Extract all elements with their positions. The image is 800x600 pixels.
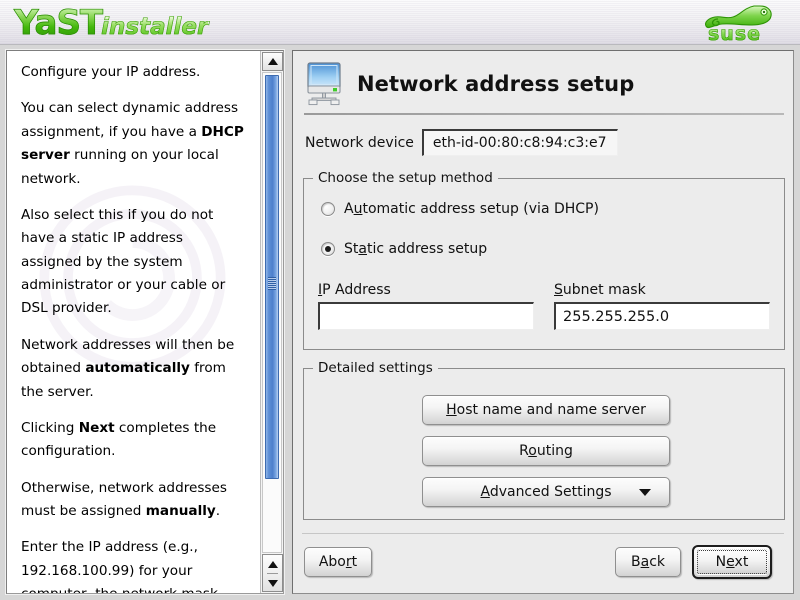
host-name-and-name-server-button[interactable]: Host name and name server: [422, 395, 670, 425]
scroll-up-button-bottom[interactable]: [263, 555, 282, 573]
yast-logo-main: YaST: [14, 3, 104, 43]
yast-logo: YaST installer: [14, 2, 209, 44]
button-label: Host name and name server: [446, 402, 646, 418]
setup-method-group: Choose the setup method Automatic addres…: [303, 170, 785, 350]
scroll-step-buttons[interactable]: [262, 554, 283, 592]
help-text-body: Configure your IP address. You can select…: [21, 64, 244, 593]
radio-label-automatic: Automatic address setup (via DHCP): [344, 201, 599, 217]
bottom-divider: [302, 533, 784, 534]
radio-static-address[interactable]: Static address setup: [321, 241, 487, 257]
back-button[interactable]: Back: [615, 547, 681, 577]
routing-button[interactable]: Routing: [422, 436, 670, 466]
network-device-label: Network device: [305, 134, 414, 151]
next-button-focus-ring: Next: [696, 549, 768, 575]
suse-logo: suse: [692, 1, 788, 45]
detailed-settings-legend: Detailed settings: [313, 360, 438, 376]
button-label: Advanced Settings: [480, 484, 612, 500]
suse-wordmark: suse: [708, 23, 762, 45]
scroll-down-button[interactable]: [263, 574, 282, 592]
network-computer-icon: [307, 62, 341, 106]
button-label: Back: [630, 554, 665, 570]
scrollbar-trough[interactable]: [262, 72, 282, 553]
page-title-row: Network address setup: [303, 57, 783, 111]
radio-indicator-static[interactable]: [321, 242, 335, 256]
radio-automatic-dhcp[interactable]: Automatic address setup (via DHCP): [321, 201, 599, 217]
main-content-panel: Network address setup Network device eth…: [292, 50, 794, 594]
network-device-value: eth-id-00:80:c8:94:c3:e7: [421, 129, 618, 156]
ip-address-input[interactable]: [318, 302, 534, 330]
arrow-down-icon: [267, 579, 278, 587]
radio-label-static: Static address setup: [344, 241, 488, 257]
next-button[interactable]: Next: [692, 545, 772, 579]
advanced-settings-button[interactable]: Advanced Settings: [422, 477, 670, 507]
abort-button[interactable]: Abort: [304, 547, 372, 577]
chevron-down-icon: [639, 489, 651, 496]
subnet-mask-label: Subnet mask: [554, 282, 646, 298]
help-scrollbar[interactable]: [260, 51, 283, 593]
subnet-mask-input[interactable]: 255.255.255.0: [554, 302, 770, 330]
detailed-settings-group: Detailed settings Host name and name ser…: [303, 360, 785, 520]
button-label: Next: [715, 554, 749, 570]
yast-logo-sub: installer: [101, 13, 209, 40]
button-label: Abort: [318, 554, 358, 570]
ip-address-label: IP Address: [318, 282, 391, 298]
network-device-row: Network device eth-id-00:80:c8:94:c3:e7: [305, 129, 618, 156]
app-header: YaST installer suse: [0, 0, 800, 45]
setup-method-legend: Choose the setup method: [313, 170, 498, 186]
help-panel: Configure your IP address. You can select…: [6, 50, 284, 594]
title-divider: [304, 113, 784, 115]
arrow-up-icon: [267, 58, 278, 65]
arrow-up-icon: [267, 560, 278, 568]
scrollbar-thumb[interactable]: [265, 75, 279, 479]
yast-installer-window: YaST installer suse Configure your IP ad…: [0, 0, 800, 600]
scroll-up-button[interactable]: [262, 52, 283, 71]
page-title: Network address setup: [357, 72, 635, 96]
radio-indicator-automatic[interactable]: [321, 202, 335, 216]
scrollbar-grip: [268, 277, 276, 290]
button-label: Routing: [519, 443, 573, 459]
